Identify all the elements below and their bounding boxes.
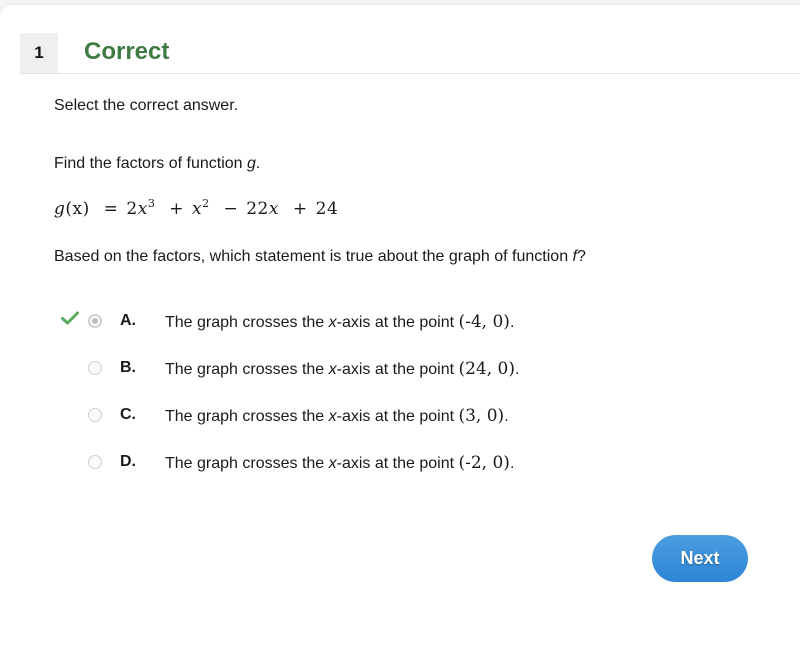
question-end: ? — [576, 248, 586, 265]
result-status: Correct — [84, 38, 170, 65]
eq-op1: + — [169, 199, 184, 219]
eq-equals: = — [103, 199, 119, 219]
option-text-post: -axis at the point — [336, 314, 459, 331]
eq-term3-var: x — [268, 199, 279, 219]
checkmark-icon — [61, 311, 79, 325]
option-text-end: . — [509, 455, 515, 472]
option-text-end: . — [504, 408, 509, 425]
option-text-pre: The graph crosses the — [165, 361, 329, 378]
option-text-var: x — [328, 408, 337, 425]
option-b[interactable]: B. The graph crosses the x-axis at the p… — [0, 352, 800, 392]
eq-term1-var: x — [137, 199, 148, 219]
option-c[interactable]: C. The graph crosses the x-axis at the p… — [0, 399, 800, 439]
option-text: The graph crosses the x-axis at the poin… — [165, 312, 514, 332]
eq-term1-coef: 2 — [126, 199, 138, 219]
radio-button-d[interactable] — [88, 455, 102, 469]
radio-button-a[interactable] — [88, 314, 102, 328]
prompt-label: Find the factors of function — [54, 155, 247, 172]
option-point: (3, 0) — [458, 406, 505, 426]
option-letter: A. — [120, 312, 136, 329]
option-text-end: . — [509, 314, 515, 331]
option-point: (24, 0) — [458, 359, 516, 379]
option-text-var: x — [328, 361, 337, 378]
prompt-text: Find the factors of function g. — [54, 155, 260, 173]
question-header: 1 Correct — [20, 33, 800, 74]
option-letter: C. — [120, 406, 136, 423]
option-a[interactable]: A. The graph crosses the x-axis at the p… — [0, 305, 800, 345]
option-letter: B. — [120, 359, 136, 376]
option-text-pre: The graph crosses the — [165, 314, 329, 331]
eq-term4: 24 — [315, 199, 339, 219]
option-point: (-2, 0) — [458, 453, 510, 473]
eq-function-name: g — [54, 199, 66, 219]
eq-op3: + — [292, 199, 308, 219]
eq-term1-exp: 3 — [147, 197, 156, 210]
question-text: Based on the factors, which statement is… — [54, 248, 586, 266]
option-text-var: x — [328, 314, 337, 331]
option-text-post: -axis at the point — [336, 455, 459, 472]
option-point: (-4, 0) — [458, 312, 510, 332]
radio-button-b[interactable] — [88, 361, 102, 375]
question-label: Based on the factors, which statement is… — [54, 248, 573, 265]
option-letter: D. — [120, 453, 136, 470]
option-text: The graph crosses the x-axis at the poin… — [165, 359, 519, 379]
prompt-end: . — [255, 155, 261, 172]
option-text-end: . — [515, 361, 520, 378]
eq-op2: − — [223, 199, 239, 219]
eq-term2-exp: 2 — [202, 197, 210, 210]
radio-button-c[interactable] — [88, 408, 102, 422]
question-number: 1 — [20, 33, 58, 73]
eq-argument: (x) — [65, 199, 90, 219]
option-text-post: -axis at the point — [336, 361, 459, 378]
option-text-pre: The graph crosses the — [165, 408, 329, 425]
option-text-pre: The graph crosses the — [165, 455, 329, 472]
next-button[interactable]: Next — [652, 535, 748, 582]
eq-term3-coef: 22 — [246, 199, 269, 219]
prompt-variable: g — [247, 155, 256, 172]
option-d[interactable]: D. The graph crosses the x-axis at the p… — [0, 446, 800, 486]
option-text-var: x — [328, 455, 337, 472]
function-equation: g(x) = 2x3 + x2 −22x +24 — [54, 197, 338, 219]
eq-term2-var: x — [191, 199, 203, 219]
option-text: The graph crosses the x-axis at the poin… — [165, 453, 514, 473]
instruction-text: Select the correct answer. — [54, 97, 239, 114]
option-text: The graph crosses the x-axis at the poin… — [165, 406, 509, 426]
option-text-post: -axis at the point — [336, 408, 459, 425]
